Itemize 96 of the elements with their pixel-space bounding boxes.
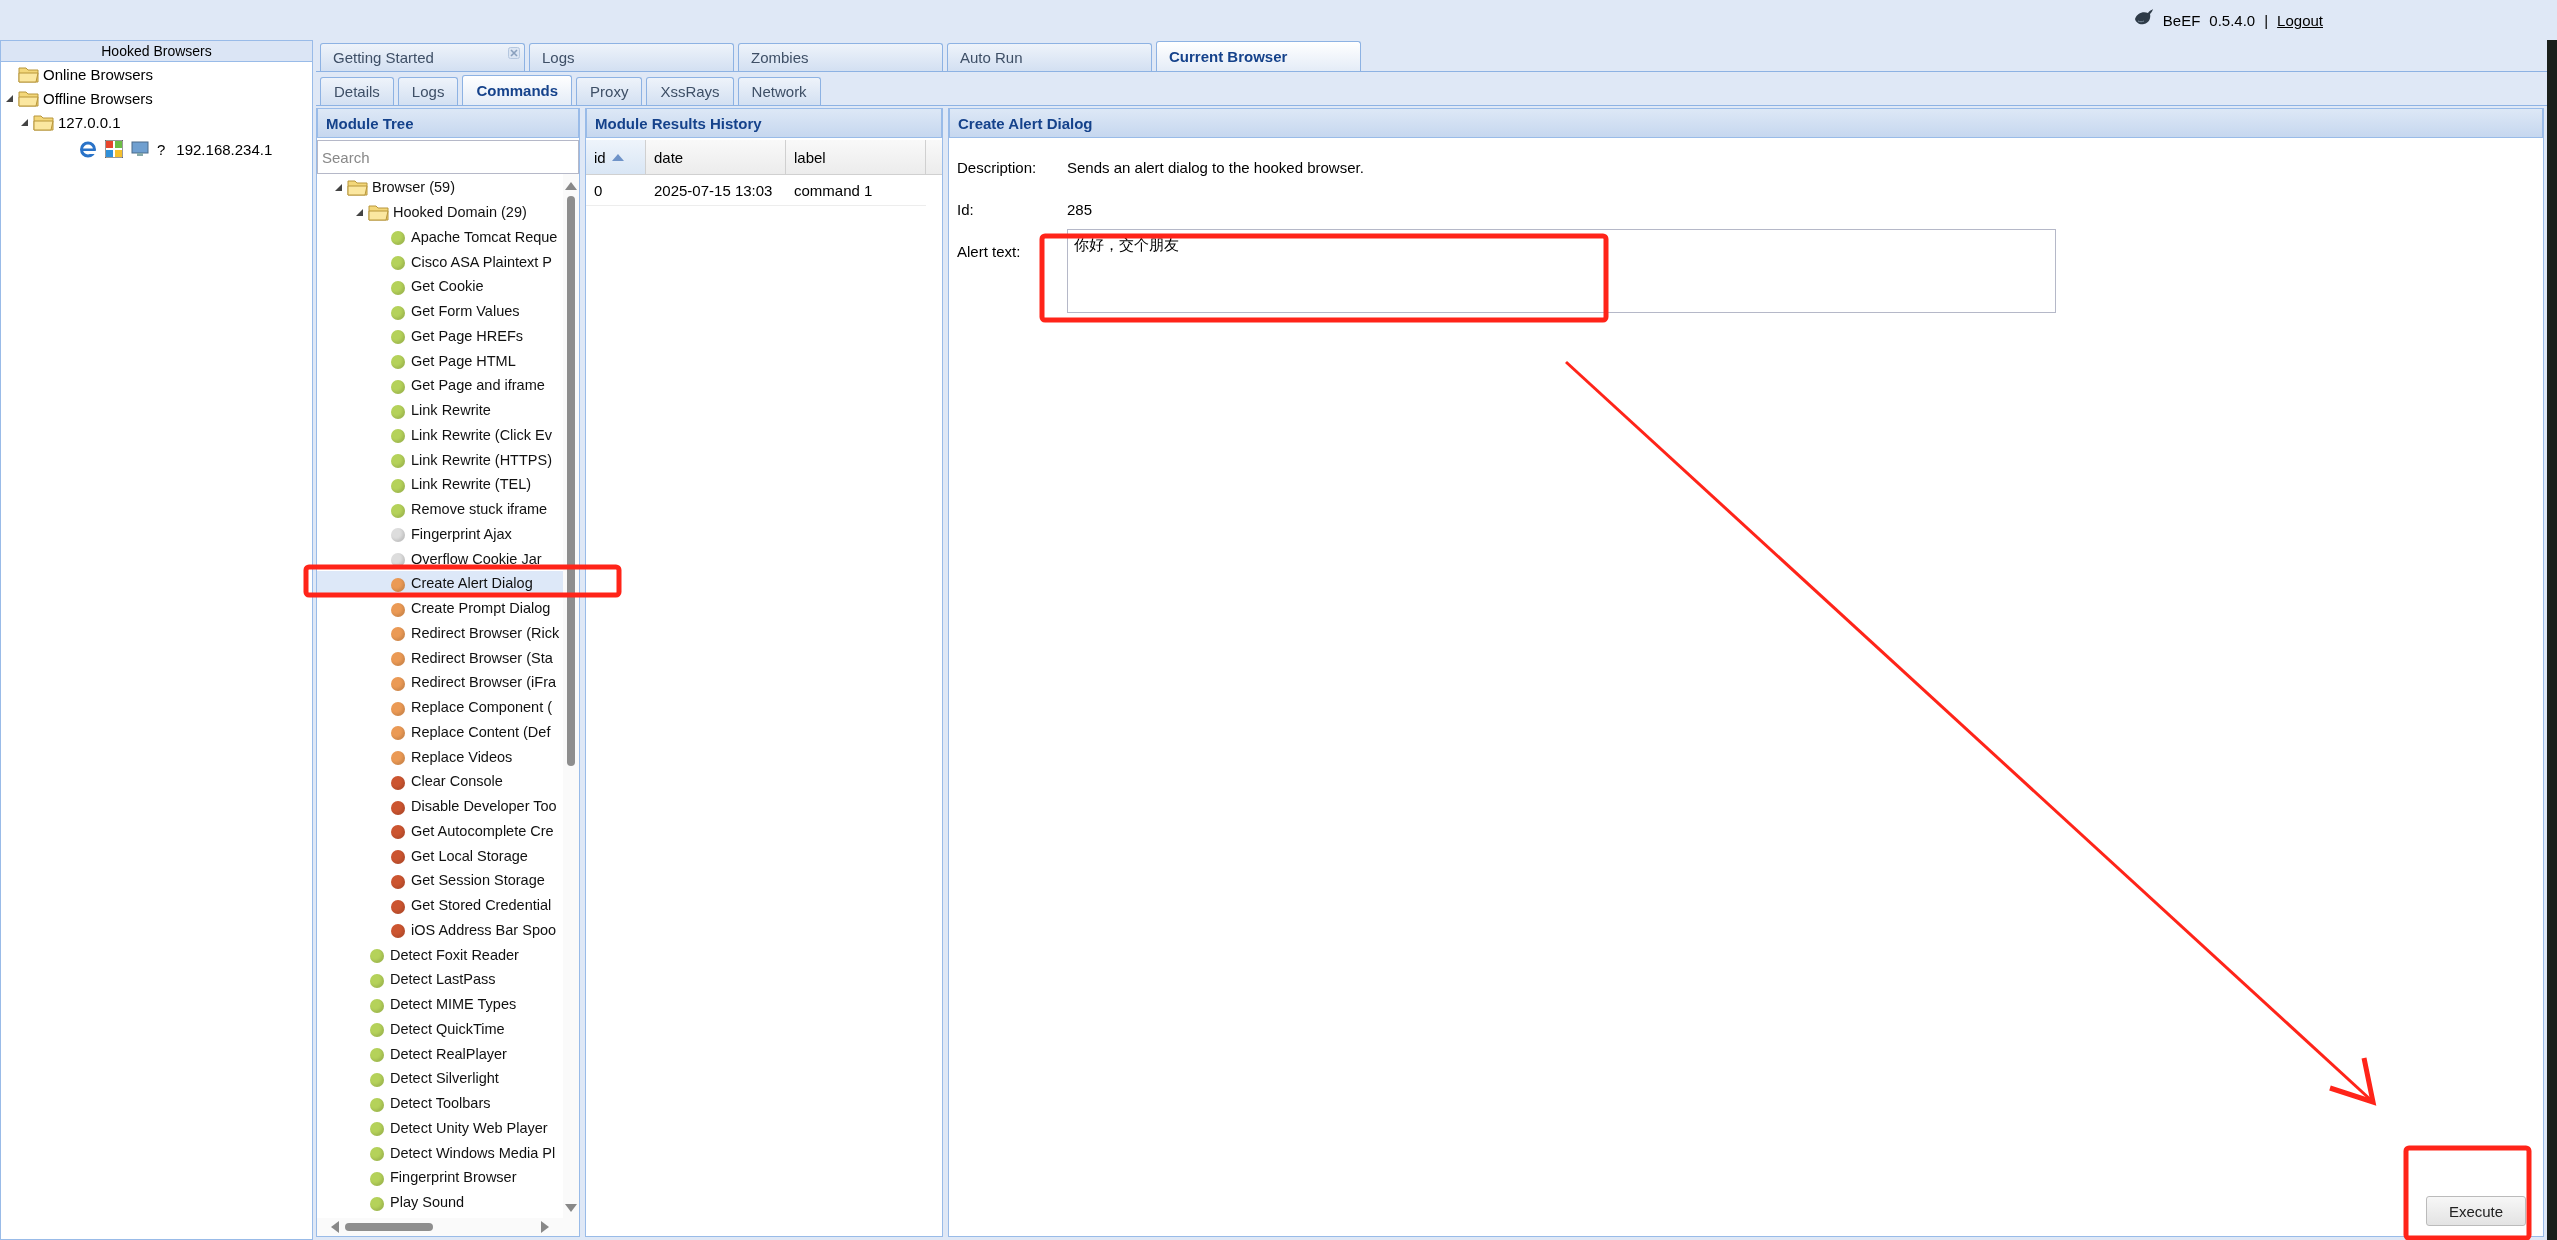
tab[interactable]: Commands xyxy=(462,75,573,105)
module-tree-item[interactable]: Get Local Storage xyxy=(317,843,563,868)
module-tree-item[interactable]: Link Rewrite (HTTPS) xyxy=(317,447,563,472)
module-tree-item[interactable]: Get Form Values xyxy=(317,298,563,324)
module-tree-item[interactable]: Replace Videos xyxy=(317,744,563,769)
module-tree-item[interactable]: Cisco ASA Plaintext P xyxy=(317,249,563,274)
tab[interactable]: Proxy xyxy=(576,77,643,105)
module-tree-item[interactable]: Get Page HREFs xyxy=(317,323,563,349)
module-tree-item[interactable]: Detect Silverlight xyxy=(317,1066,563,1091)
monitor-icon xyxy=(131,141,149,157)
module-tree-item[interactable]: Get Cookie xyxy=(317,274,563,299)
scroll-left-icon xyxy=(331,1221,339,1233)
unknown-os-glyph: ? xyxy=(157,140,166,158)
close-icon[interactable] xyxy=(508,47,520,59)
module-tree-item[interactable]: Hooked Domain (29) xyxy=(317,199,563,225)
tab[interactable]: Logs xyxy=(529,43,734,71)
module-tree-item[interactable]: Detect RealPlayer xyxy=(317,1041,563,1066)
folder-icon xyxy=(18,65,40,83)
panel-title: Hooked Browsers xyxy=(1,41,312,62)
module-tree-item[interactable]: Create Prompt Dialog xyxy=(317,595,563,621)
panel-header: Module Tree xyxy=(317,108,579,138)
tab[interactable]: Zombies xyxy=(738,43,943,71)
module-tree-item[interactable]: Detect MIME Types xyxy=(317,991,563,1017)
field-value: Sends an alert dialog to the hooked browser. xyxy=(1067,159,1364,176)
module-tree-item[interactable]: Disable Developer Too xyxy=(317,793,563,819)
column-header[interactable]: id xyxy=(586,140,646,174)
module-tree-item[interactable]: Play Sound xyxy=(317,1189,563,1215)
module-tree-item[interactable]: Get Session Storage xyxy=(317,868,563,893)
browser-tree-item[interactable]: Online Browsers xyxy=(1,62,312,86)
module-tree-item[interactable]: Detect Windows Media Pl xyxy=(317,1140,563,1165)
browser-tree-item[interactable]: 127.0.0.1 xyxy=(1,110,312,134)
module-tree-item[interactable]: Get Stored Credential xyxy=(317,892,563,918)
scrollbar-thumb[interactable] xyxy=(345,1223,433,1231)
search-field[interactable]: Search xyxy=(317,140,579,174)
browser-icon xyxy=(79,140,97,158)
module-tree-item[interactable]: Overflow Cookie Jar xyxy=(317,546,563,571)
module-tree-item[interactable]: Create Alert Dialog xyxy=(317,571,563,596)
folder-icon xyxy=(18,89,40,107)
scroll-right-icon xyxy=(541,1221,549,1233)
module-tree-item[interactable]: Redirect Browser (Rick xyxy=(317,620,563,646)
browser-tree-item[interactable]: Offline Browsers xyxy=(1,86,312,110)
field-label: Id: xyxy=(957,201,975,218)
tab[interactable]: Current Browser xyxy=(1156,41,1361,71)
module-tree-item[interactable]: Get Autocomplete Cre xyxy=(317,818,563,844)
tab[interactable]: Details xyxy=(320,77,394,105)
module-tree-item[interactable]: Browser (59) xyxy=(317,175,563,200)
version-label: 0.5.4.0 xyxy=(2209,11,2256,29)
module-tree-item[interactable]: Remove stuck iframe xyxy=(317,496,563,522)
module-tree-item[interactable]: Link Rewrite (TEL) xyxy=(317,472,563,497)
field-label: Description: xyxy=(957,159,1038,176)
module-tree-item[interactable]: Redirect Browser (iFra xyxy=(317,670,563,695)
tab[interactable]: Auto Run xyxy=(947,43,1152,71)
flag-icon xyxy=(105,140,123,158)
folder-icon xyxy=(347,178,369,197)
column-header[interactable]: label xyxy=(786,140,926,174)
module-tree-item[interactable]: Get Page HTML xyxy=(317,348,563,373)
module-tree-item[interactable]: Detect Toolbars xyxy=(317,1090,563,1116)
module-tree-item[interactable]: iOS Address Bar Spoo xyxy=(317,917,563,943)
tab[interactable]: Getting Started xyxy=(320,43,525,71)
logout-link[interactable]: Logout xyxy=(2277,11,2323,29)
scroll-up-icon xyxy=(565,182,577,190)
module-tree-item[interactable]: Get Page and iframe xyxy=(317,373,563,398)
panel-header: Module Results History xyxy=(586,108,942,138)
table-cell-text: 0 xyxy=(593,180,604,201)
module-tree-item[interactable]: Detect LastPass xyxy=(317,967,563,992)
tab[interactable]: Network xyxy=(737,77,821,105)
execute-button[interactable]: Execute xyxy=(2426,1196,2526,1226)
panel-header: Create Alert Dialog xyxy=(949,108,2543,138)
field-value: 285 xyxy=(1067,201,1093,218)
module-tree-item[interactable]: Link Rewrite (Click Ev xyxy=(317,422,563,448)
module-tree-item[interactable]: Detect QuickTime xyxy=(317,1016,563,1042)
column-header[interactable]: date xyxy=(646,140,786,174)
module-tree-item[interactable]: Apache Tomcat Reque xyxy=(317,224,563,250)
separator: | xyxy=(2264,11,2269,29)
module-tree-item[interactable]: Fingerprint Browser xyxy=(317,1165,563,1190)
text-area[interactable]: 你好，交个朋友 xyxy=(1067,229,2056,313)
field-label: Alert text: xyxy=(957,243,1022,260)
browser-tree-item[interactable]: ? 192.168.234.1 xyxy=(1,134,312,164)
folder-icon xyxy=(368,203,390,222)
scroll-down-icon xyxy=(565,1204,577,1212)
module-tree-item[interactable]: Detect Foxit Reader xyxy=(317,942,563,967)
module-tree-item[interactable]: Detect Unity Web Player xyxy=(317,1115,563,1141)
module-tree-item[interactable]: Clear Console xyxy=(317,769,563,794)
folder-icon xyxy=(33,113,55,131)
tab[interactable]: XssRays xyxy=(646,77,734,105)
module-tree-item[interactable]: Replace Content (Def xyxy=(317,719,563,745)
sort-ascending-icon xyxy=(611,153,624,161)
module-tree-item[interactable]: Replace Component ( xyxy=(317,694,563,720)
scrollbar-thumb[interactable] xyxy=(567,196,575,766)
tab[interactable]: Logs xyxy=(397,77,459,105)
module-tree-item[interactable]: Redirect Browser (Sta xyxy=(317,645,563,670)
module-tree-item[interactable]: Link Rewrite xyxy=(317,397,563,423)
table-cell-text: command 1 xyxy=(793,180,874,201)
app-name: BeEF xyxy=(2162,11,2201,29)
table-cell-text: 2025-07-15 13:03 xyxy=(653,180,774,201)
module-tree-item[interactable]: Fingerprint Ajax xyxy=(317,521,563,547)
